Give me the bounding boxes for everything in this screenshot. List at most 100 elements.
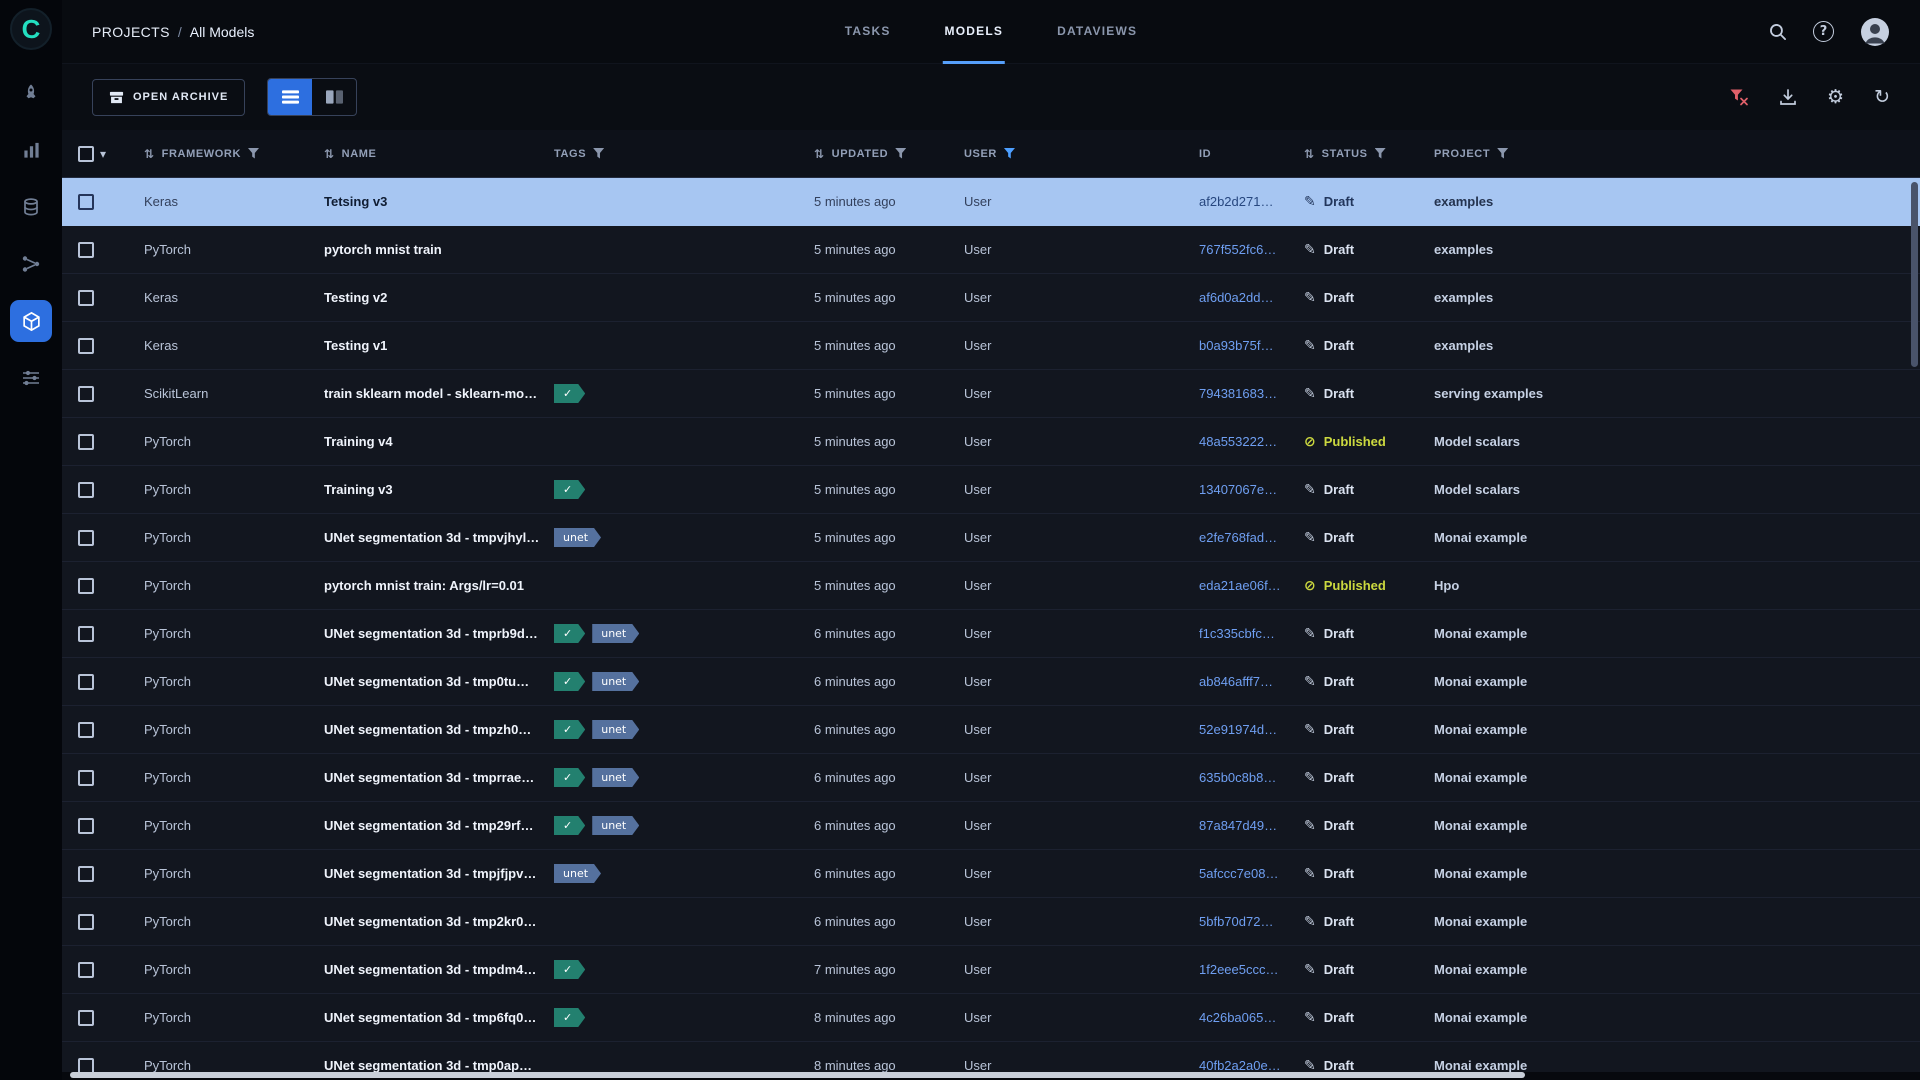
tag-unet[interactable]: unet xyxy=(592,768,639,787)
column-header-tags[interactable]: TAGS xyxy=(542,148,802,160)
sidebar-item-hyperdatasets[interactable] xyxy=(10,357,52,399)
tab-tasks[interactable]: TASKS xyxy=(843,0,893,64)
tag-check[interactable]: ✓ xyxy=(554,960,585,979)
select-all-caret-icon[interactable]: ▾ xyxy=(100,147,107,161)
row-checkbox[interactable] xyxy=(78,194,94,210)
filter-icon[interactable] xyxy=(895,148,906,159)
table-row[interactable]: KerasTetsing v35 minutes agoUseraf2b2d27… xyxy=(62,178,1920,226)
sort-icon[interactable]: ⇅ xyxy=(144,147,155,161)
tag-unet[interactable]: unet xyxy=(592,672,639,691)
column-header-id[interactable]: ID xyxy=(1187,148,1292,160)
row-checkbox[interactable] xyxy=(78,386,94,402)
row-checkbox[interactable] xyxy=(78,866,94,882)
table-row[interactable]: PyTorchUNet segmentation 3d - tmp29rf…✓u… xyxy=(62,802,1920,850)
row-checkbox[interactable] xyxy=(78,482,94,498)
horizontal-scrollbar[interactable] xyxy=(70,1072,1910,1078)
table-row[interactable]: PyTorchTraining v45 minutes agoUser48a55… xyxy=(62,418,1920,466)
open-archive-button[interactable]: OPEN ARCHIVE xyxy=(92,79,245,116)
table-row[interactable]: PyTorchUNet segmentation 3d - tmprrae…✓u… xyxy=(62,754,1920,802)
tag-unet[interactable]: unet xyxy=(554,864,601,883)
row-checkbox[interactable] xyxy=(78,1058,94,1073)
row-checkbox[interactable] xyxy=(78,914,94,930)
table-row[interactable]: PyTorchUNet segmentation 3d - tmpvjhyl…u… xyxy=(62,514,1920,562)
sort-icon[interactable]: ⇅ xyxy=(1304,147,1315,161)
sidebar-item-models[interactable] xyxy=(10,300,52,342)
horizontal-scrollbar-thumb[interactable] xyxy=(70,1072,1525,1078)
table-row[interactable]: PyTorchUNet segmentation 3d - tmpzh0…✓un… xyxy=(62,706,1920,754)
search-icon[interactable] xyxy=(1768,22,1787,41)
sort-icon[interactable]: ⇅ xyxy=(814,147,825,161)
tag-check[interactable]: ✓ xyxy=(554,480,585,499)
filter-icon[interactable] xyxy=(1004,148,1015,159)
row-checkbox[interactable] xyxy=(78,530,94,546)
row-checkbox[interactable] xyxy=(78,1010,94,1026)
column-header-user[interactable]: USER xyxy=(952,148,1187,160)
vertical-scrollbar[interactable] xyxy=(1911,182,1918,562)
table-row[interactable]: PyTorchTraining v3✓5 minutes agoUser1340… xyxy=(62,466,1920,514)
row-checkbox[interactable] xyxy=(78,338,94,354)
user-avatar[interactable] xyxy=(1860,17,1890,47)
sidebar-item-reports[interactable] xyxy=(10,129,52,171)
tag-check[interactable]: ✓ xyxy=(554,816,585,835)
tag-unet[interactable]: unet xyxy=(592,624,639,643)
table-row[interactable]: PyTorchpytorch mnist train5 minutes agoU… xyxy=(62,226,1920,274)
sidebar-item-rocket[interactable] xyxy=(10,72,52,114)
breadcrumb-projects[interactable]: PROJECTS xyxy=(92,24,170,40)
table-row[interactable]: PyTorchpytorch mnist train: Args/lr=0.01… xyxy=(62,562,1920,610)
table-row[interactable]: PyTorchUNet segmentation 3d - tmprb9d…✓u… xyxy=(62,610,1920,658)
row-checkbox[interactable] xyxy=(78,818,94,834)
tag-check[interactable]: ✓ xyxy=(554,624,585,643)
row-checkbox[interactable] xyxy=(78,578,94,594)
table-row[interactable]: PyTorchUNet segmentation 3d - tmp0ap…8 m… xyxy=(62,1042,1920,1072)
column-header-status[interactable]: ⇅STATUS xyxy=(1292,147,1422,161)
vertical-scrollbar-thumb[interactable] xyxy=(1911,182,1918,367)
tag-unet[interactable]: unet xyxy=(592,816,639,835)
table-row[interactable]: KerasTesting v15 minutes agoUserb0a93b75… xyxy=(62,322,1920,370)
table-row[interactable]: PyTorchUNet segmentation 3d - tmpdm4…✓7 … xyxy=(62,946,1920,994)
select-all-checkbox[interactable] xyxy=(78,146,94,162)
download-icon[interactable] xyxy=(1779,89,1797,106)
column-header-updated[interactable]: ⇅UPDATED xyxy=(802,147,952,161)
row-checkbox[interactable] xyxy=(78,770,94,786)
table-row[interactable]: ScikitLearntrain sklearn model - sklearn… xyxy=(62,370,1920,418)
row-checkbox[interactable] xyxy=(78,626,94,642)
table-view-button[interactable] xyxy=(268,79,312,115)
sort-icon[interactable]: ⇅ xyxy=(324,147,335,161)
sidebar-item-datasets[interactable] xyxy=(10,186,52,228)
row-checkbox[interactable] xyxy=(78,242,94,258)
column-header-name[interactable]: ⇅NAME xyxy=(312,147,542,161)
table-row[interactable]: PyTorchUNet segmentation 3d - tmpjfjpv…u… xyxy=(62,850,1920,898)
tag-check[interactable]: ✓ xyxy=(554,1008,585,1027)
filter-icon[interactable] xyxy=(248,148,259,159)
filter-icon[interactable] xyxy=(1497,148,1508,159)
table-body: KerasTetsing v35 minutes agoUseraf2b2d27… xyxy=(62,178,1920,1072)
tag-check[interactable]: ✓ xyxy=(554,672,585,691)
tag-check[interactable]: ✓ xyxy=(554,384,585,403)
column-header-project[interactable]: PROJECT xyxy=(1422,148,1920,160)
tab-dataviews[interactable]: DATAVIEWS xyxy=(1055,0,1139,64)
refresh-icon[interactable]: ↻ xyxy=(1874,88,1890,107)
filter-icon[interactable] xyxy=(1375,148,1386,159)
table-row[interactable]: KerasTesting v25 minutes agoUseraf6d0a2d… xyxy=(62,274,1920,322)
settings-icon[interactable]: ⚙ xyxy=(1827,88,1844,107)
column-header-framework[interactable]: ⇅FRAMEWORK xyxy=(132,147,312,161)
table-row[interactable]: PyTorchUNet segmentation 3d - tmp0tu…✓un… xyxy=(62,658,1920,706)
tag-unet[interactable]: unet xyxy=(592,720,639,739)
sidebar-item-pipelines[interactable] xyxy=(10,243,52,285)
row-checkbox[interactable] xyxy=(78,722,94,738)
help-icon[interactable]: ? xyxy=(1813,21,1834,42)
filter-icon[interactable] xyxy=(593,148,604,159)
row-checkbox[interactable] xyxy=(78,674,94,690)
row-checkbox[interactable] xyxy=(78,290,94,306)
tag-check[interactable]: ✓ xyxy=(554,720,585,739)
tag-unet[interactable]: unet xyxy=(554,528,601,547)
table-row[interactable]: PyTorchUNet segmentation 3d - tmp2kr0…6 … xyxy=(62,898,1920,946)
table-row[interactable]: PyTorchUNet segmentation 3d - tmp6fq0…✓8… xyxy=(62,994,1920,1042)
clear-filters-icon[interactable] xyxy=(1730,89,1749,106)
card-view-button[interactable] xyxy=(312,79,356,115)
tab-models[interactable]: MODELS xyxy=(943,0,1006,64)
tag-check[interactable]: ✓ xyxy=(554,768,585,787)
clearml-logo[interactable]: C xyxy=(10,8,52,50)
row-checkbox[interactable] xyxy=(78,962,94,978)
row-checkbox[interactable] xyxy=(78,434,94,450)
